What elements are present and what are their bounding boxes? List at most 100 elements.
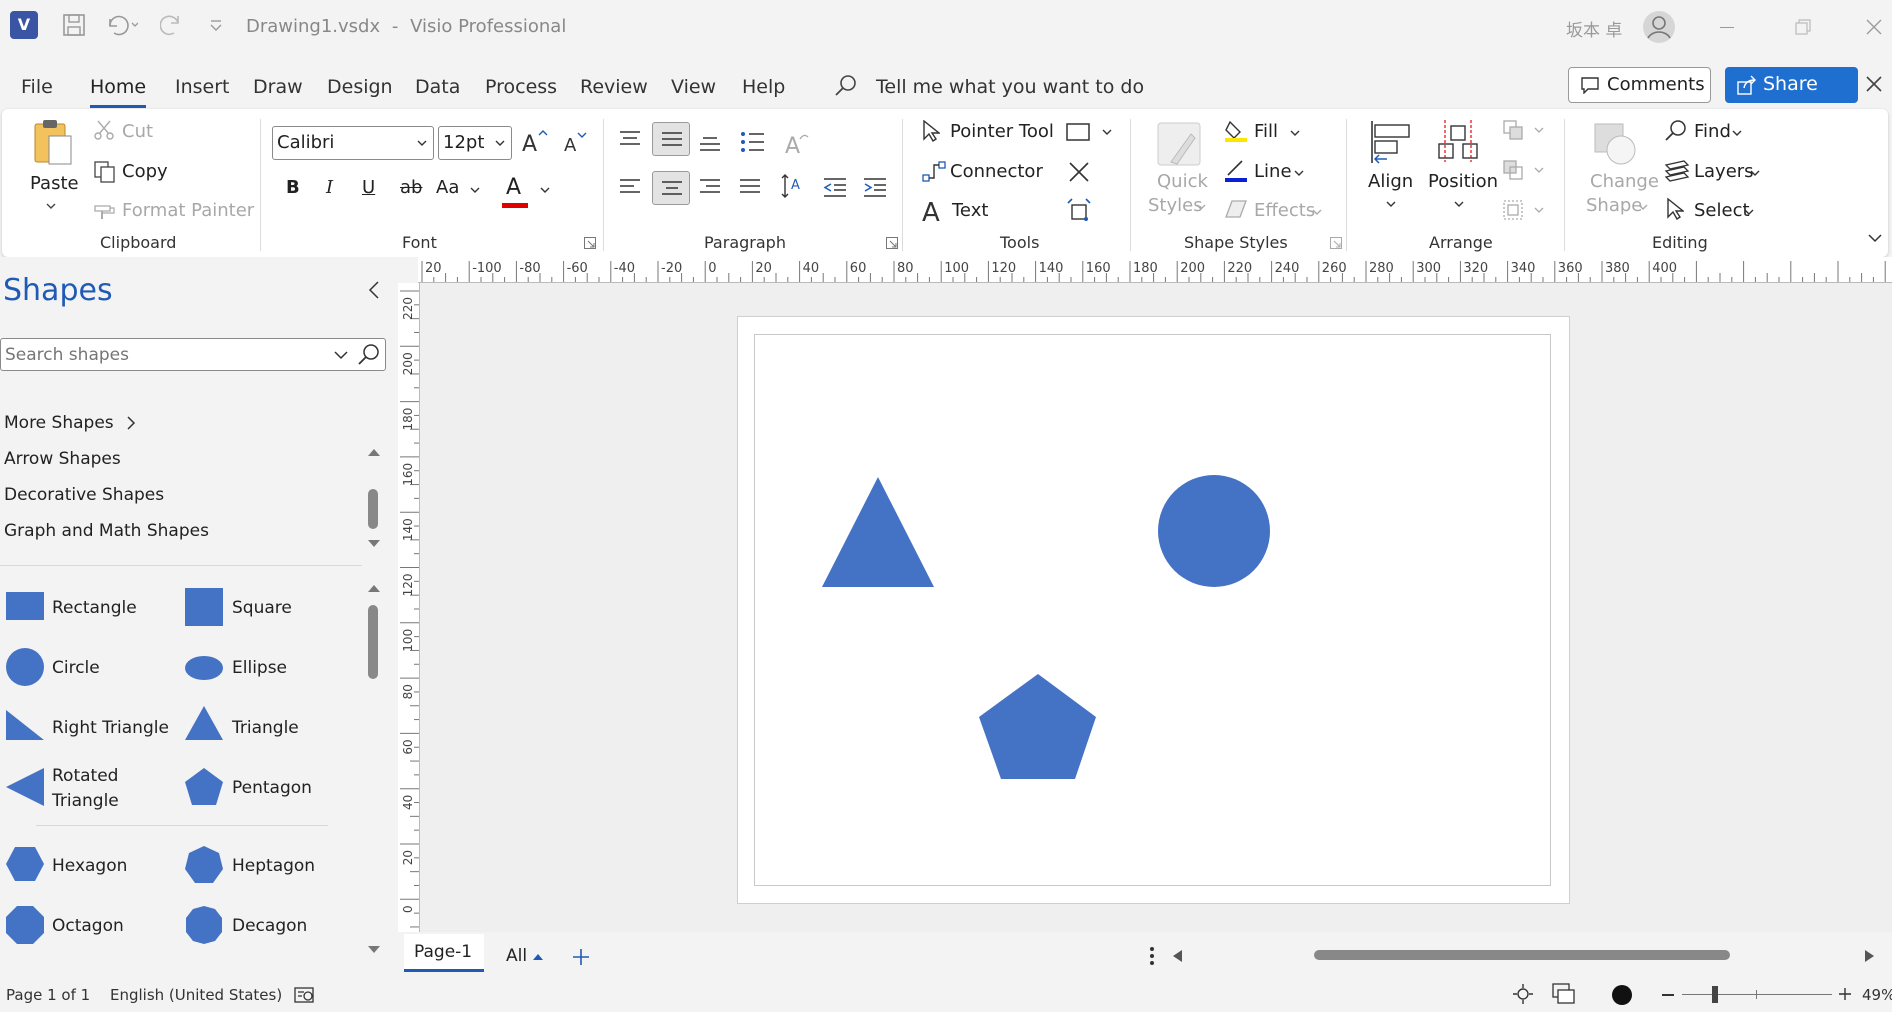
- chevron-down-icon[interactable]: [470, 187, 480, 195]
- pointer-tool-button[interactable]: Pointer Tool: [950, 121, 1054, 142]
- restore-icon[interactable]: [1795, 19, 1811, 35]
- horizontal-scrollbar[interactable]: [1314, 950, 1730, 960]
- quick-styles-label-1[interactable]: Quick: [1157, 171, 1208, 192]
- text-rotate-icon[interactable]: A: [784, 129, 810, 155]
- strikethrough-button[interactable]: ab: [400, 177, 422, 198]
- scroll-left-icon[interactable]: [1171, 949, 1183, 963]
- redo-icon[interactable]: [160, 13, 184, 37]
- align-top-icon[interactable]: [618, 129, 642, 149]
- heptagon-shape-icon[interactable]: [184, 845, 224, 885]
- tab-view[interactable]: View: [671, 76, 716, 98]
- chevron-down-icon[interactable]: [1750, 170, 1760, 178]
- rectangle-shape-icon[interactable]: [5, 591, 45, 621]
- align-left-icon[interactable]: [618, 177, 642, 197]
- tab-design[interactable]: Design: [327, 76, 393, 98]
- decagon-shape-icon[interactable]: [184, 905, 224, 945]
- minimize-icon[interactable]: [1720, 27, 1734, 28]
- undo-icon[interactable]: [104, 13, 138, 37]
- shape-octagon-label[interactable]: Octagon: [52, 916, 124, 936]
- change-shape-icon[interactable]: [1592, 119, 1638, 169]
- chevron-down-icon[interactable]: [1454, 201, 1464, 209]
- scroll-right-icon[interactable]: [1864, 949, 1876, 963]
- font-name-combo[interactable]: Calibri: [272, 126, 434, 160]
- scroll-up-icon[interactable]: [367, 583, 381, 593]
- stencil-graph-math-shapes[interactable]: Graph and Math Shapes: [4, 521, 209, 541]
- align-middle-button[interactable]: [652, 122, 690, 156]
- tab-data[interactable]: Data: [415, 76, 460, 98]
- shape-decagon-label[interactable]: Decagon: [232, 916, 307, 936]
- save-icon[interactable]: [62, 13, 86, 37]
- fit-page-icon[interactable]: [1512, 983, 1534, 1005]
- align-bottom-icon[interactable]: [698, 133, 722, 153]
- align-shapes-icon[interactable]: [1368, 117, 1414, 167]
- zoom-slider-thumb[interactable]: [1712, 986, 1718, 1003]
- tab-review[interactable]: Review: [580, 76, 648, 98]
- shape-ellipse-label[interactable]: Ellipse: [232, 658, 287, 678]
- avatar-icon[interactable]: [1642, 10, 1676, 44]
- decrease-indent-icon[interactable]: [822, 177, 848, 197]
- select-icon[interactable]: [1666, 198, 1684, 220]
- tab-file[interactable]: File: [21, 76, 53, 98]
- tab-process[interactable]: Process: [485, 76, 557, 98]
- shape-rotated-triangle-label-1[interactable]: Rotated: [52, 766, 118, 786]
- hexagon-shape-icon[interactable]: [5, 846, 45, 882]
- paste-icon[interactable]: [24, 117, 80, 167]
- tab-home[interactable]: Home: [90, 76, 147, 108]
- zoom-level[interactable]: 49%: [1862, 986, 1892, 1004]
- shape-triangle-label[interactable]: Triangle: [232, 718, 299, 738]
- quick-styles-icon[interactable]: [1156, 119, 1202, 169]
- chevron-down-icon[interactable]: [1294, 170, 1304, 178]
- cut-button[interactable]: Cut: [122, 121, 153, 142]
- right-triangle-shape-icon[interactable]: [5, 709, 45, 741]
- search-icon[interactable]: [357, 343, 381, 367]
- text-tool-button[interactable]: Text: [952, 200, 988, 221]
- caret-up-icon[interactable]: [532, 953, 544, 961]
- zoom-slider[interactable]: [1682, 986, 1832, 1003]
- connection-point-icon[interactable]: [1066, 197, 1092, 223]
- align-right-icon[interactable]: [698, 177, 722, 197]
- tab-draw[interactable]: Draw: [253, 76, 303, 98]
- italic-button[interactable]: I: [326, 177, 333, 198]
- shape-right-triangle-label[interactable]: Right Triangle: [52, 718, 169, 738]
- delete-connector-icon[interactable]: [1068, 161, 1090, 183]
- line-spacing-icon[interactable]: A: [780, 173, 806, 201]
- format-painter-button[interactable]: Format Painter: [122, 200, 254, 221]
- effects-button[interactable]: Effects: [1254, 200, 1315, 221]
- chevron-down-icon[interactable]: [1744, 209, 1754, 217]
- select-button[interactable]: Select: [1694, 200, 1750, 221]
- chevron-down-icon[interactable]: [1638, 204, 1648, 212]
- font-color-button[interactable]: A: [502, 175, 530, 211]
- vertical-ruler[interactable]: 220 200 180 160 140 120 100 80 60 40 20 0: [398, 283, 420, 932]
- more-options-icon[interactable]: [1149, 946, 1155, 966]
- line-icon[interactable]: [1224, 159, 1248, 183]
- position-button[interactable]: Position: [1428, 171, 1498, 192]
- shape-square-label[interactable]: Square: [232, 598, 292, 618]
- copy-button[interactable]: Copy: [122, 161, 168, 182]
- stencil-decorative-shapes[interactable]: Decorative Shapes: [4, 485, 164, 505]
- connector-icon[interactable]: [922, 161, 946, 183]
- bold-button[interactable]: B: [286, 177, 300, 198]
- cut-icon[interactable]: [94, 120, 114, 140]
- text-tool-icon[interactable]: A: [922, 197, 944, 223]
- change-case-button[interactable]: Aa: [436, 177, 459, 198]
- font-size-combo[interactable]: 12pt: [438, 126, 512, 160]
- format-painter-icon[interactable]: [94, 200, 116, 220]
- paste-dropdown-icon[interactable]: [46, 203, 56, 211]
- zoom-out-icon[interactable]: [1662, 994, 1674, 996]
- bullets-icon[interactable]: [740, 131, 766, 153]
- customize-toolbar-icon[interactable]: [208, 19, 224, 33]
- pointer-tool-icon[interactable]: [922, 120, 940, 142]
- zoom-in-icon[interactable]: [1838, 987, 1852, 1001]
- chevron-down-icon[interactable]: [1290, 130, 1300, 138]
- circle-shape-icon[interactable]: [5, 647, 45, 687]
- shape-pentagon-label[interactable]: Pentagon: [232, 778, 312, 798]
- more-shapes-link[interactable]: More Shapes: [4, 413, 114, 433]
- bring-forward-icon[interactable]: [1502, 119, 1544, 141]
- paste-label[interactable]: Paste: [30, 173, 79, 194]
- stencil-arrow-shapes[interactable]: Arrow Shapes: [4, 449, 121, 469]
- stencil-list-scrollbar[interactable]: [368, 489, 378, 529]
- scroll-down-icon[interactable]: [367, 539, 381, 549]
- position-icon[interactable]: [1434, 117, 1484, 167]
- copy-icon[interactable]: [94, 161, 116, 183]
- drawing-page[interactable]: [737, 316, 1570, 904]
